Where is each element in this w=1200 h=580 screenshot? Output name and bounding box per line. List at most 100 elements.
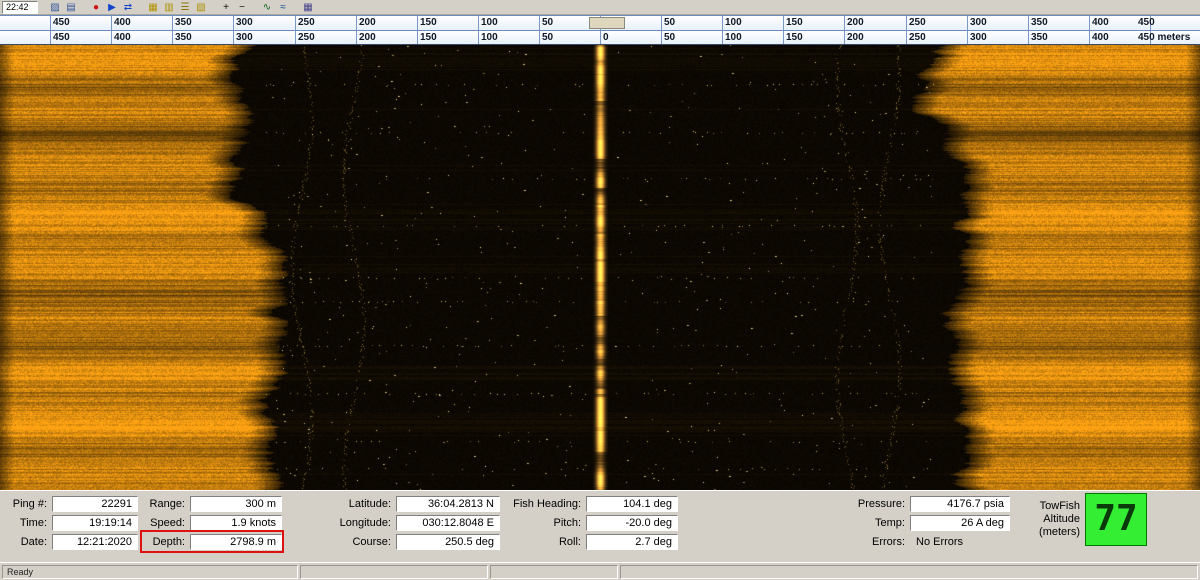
- ruler-label: 150: [420, 32, 437, 43]
- ruler-label: 350: [1031, 32, 1048, 43]
- ruler-tick: [295, 16, 296, 30]
- field-label: Ping #:: [4, 498, 52, 510]
- range-ruler: 4504003503002502001501005050100150200250…: [0, 15, 1200, 45]
- statusbar-text: Ready: [7, 567, 33, 577]
- ruler-label: 400: [114, 32, 131, 43]
- towfish-altitude-label: TowFish Altitude (meters): [1018, 493, 1080, 539]
- field-value: 22291: [52, 496, 138, 512]
- field-label: Fish Heading:: [498, 498, 586, 510]
- signal-plot-button[interactable]: ∿: [259, 1, 275, 14]
- field-label: Longitude:: [330, 517, 396, 529]
- field-row-pitch: Pitch:-20.0 deg: [498, 513, 678, 532]
- field-label: Time:: [4, 517, 52, 529]
- field-label: Pitch:: [498, 517, 586, 529]
- field-value: 26 A deg: [910, 515, 1010, 531]
- ruler-label: 150: [420, 17, 437, 28]
- ruler-tick: [478, 31, 479, 45]
- window-layout-button[interactable]: ▧: [193, 1, 209, 14]
- ruler-label: 100: [481, 17, 498, 28]
- ruler-label: 150: [786, 17, 803, 28]
- ruler-label: 200: [359, 32, 376, 43]
- field-row-temp: Temp:26 A deg: [818, 513, 1010, 532]
- ruler-tick: [783, 31, 784, 45]
- save-button[interactable]: ▤: [63, 1, 79, 14]
- ruler-tick: [906, 16, 907, 30]
- ruler-label: 300: [236, 32, 253, 43]
- ruler-tick: [478, 16, 479, 30]
- gain-button[interactable]: ☰: [177, 1, 193, 14]
- field-label: Latitude:: [330, 498, 396, 510]
- ruler-tick: [1028, 16, 1029, 30]
- spectrum-plot-button[interactable]: ≈: [275, 1, 291, 14]
- ruler-row-top: 4504003503002502001501005050100150200250…: [0, 15, 1200, 30]
- ruler-tick: [783, 16, 784, 30]
- field-value: 250.5 deg: [396, 534, 500, 550]
- field-label: Range:: [142, 498, 190, 510]
- field-value: -20.0 deg: [586, 515, 678, 531]
- field-row-latitude: Latitude:36:04.2813 N: [330, 494, 500, 513]
- field-label: Pressure:: [818, 498, 910, 510]
- open-file-button[interactable]: ▨: [47, 1, 63, 14]
- ruler-label: 450: [53, 32, 70, 43]
- ruler-label: 400: [1092, 17, 1109, 28]
- play-button[interactable]: ▶: [104, 1, 120, 14]
- field-label: Roll:: [498, 536, 586, 548]
- towfish-label-line3: (meters): [1018, 526, 1080, 539]
- ruler-tick: [172, 31, 173, 45]
- ruler-tick: [967, 16, 968, 30]
- ruler-tick: [1089, 16, 1090, 30]
- field-value: 4176.7 psia: [910, 496, 1010, 512]
- ruler-center-marker[interactable]: [589, 17, 625, 29]
- field-row-longitude: Longitude:030:12.8048 E: [330, 513, 500, 532]
- ruler-tick: [844, 31, 845, 45]
- ruler-tick: [172, 16, 173, 30]
- ruler-label: 300: [970, 17, 987, 28]
- ruler-label: 50: [542, 17, 553, 28]
- record-button[interactable]: ●: [88, 1, 104, 14]
- status-panel: Ping #:22291Time:19:19:14Date:12:21:2020…: [0, 490, 1200, 562]
- ruler-label: 350: [175, 32, 192, 43]
- ruler-tick: [967, 31, 968, 45]
- ruler-label: 350: [1031, 17, 1048, 28]
- statusbar-ready-pane: Ready: [2, 565, 298, 579]
- ruler-tick: [844, 16, 845, 30]
- field-column: Ping #:22291Time:19:19:14Date:12:21:2020: [4, 494, 138, 551]
- ruler-tick: [539, 16, 540, 30]
- field-column: Pressure:4176.7 psiaTemp:26 A deg Errors:…: [818, 494, 1010, 551]
- field-value: 19:19:14: [52, 515, 138, 531]
- sonar-waterfall-display[interactable]: [0, 45, 1200, 490]
- field-value: 2.7 deg: [586, 534, 678, 550]
- ruler-tick: [661, 16, 662, 30]
- ruler-label: 350: [175, 17, 192, 28]
- towfish-label-line1: TowFish: [1018, 500, 1080, 513]
- field-value: No Errors: [910, 534, 1010, 550]
- ruler-tick: [295, 31, 296, 45]
- palette-button[interactable]: ▦: [145, 1, 161, 14]
- grid-overlay-button[interactable]: ▦: [300, 1, 316, 14]
- towfish-altitude-value: 77: [1085, 493, 1147, 546]
- ruler-label: 100: [725, 32, 742, 43]
- field-label: Depth:: [142, 536, 190, 548]
- ruler-label: 200: [847, 17, 864, 28]
- field-row-fishheading: Fish Heading:104.1 deg: [498, 494, 678, 513]
- field-row-date: Date:12:21:2020: [4, 532, 138, 551]
- toolbar-buttons: ▨▤●▶⇄▦▥☰▧+−∿≈▦: [38, 0, 316, 15]
- ruler-label: 300: [970, 32, 987, 43]
- ruler-row-bottom: 4504003503002502001501005005010015020025…: [0, 30, 1200, 45]
- zoom-out-button[interactable]: −: [234, 1, 250, 14]
- field-row-pressure: Pressure:4176.7 psia: [818, 494, 1010, 513]
- ruler-label: 450 meters: [1138, 32, 1190, 43]
- ruler-label: 200: [359, 17, 376, 28]
- display-mode-button[interactable]: ▥: [161, 1, 177, 14]
- field-value: 104.1 deg: [586, 496, 678, 512]
- ruler-tick: [722, 31, 723, 45]
- ruler-tick: [1028, 31, 1029, 45]
- field-row-speed: Speed:1.9 knots: [142, 513, 282, 532]
- statusbar-pane: [620, 565, 1198, 579]
- field-value: 300 m: [190, 496, 282, 512]
- field-label: Errors:: [818, 536, 910, 548]
- ruler-tick: [233, 16, 234, 30]
- transfer-button[interactable]: ⇄: [120, 1, 136, 14]
- ruler-label: 300: [236, 17, 253, 28]
- zoom-in-button[interactable]: +: [218, 1, 234, 14]
